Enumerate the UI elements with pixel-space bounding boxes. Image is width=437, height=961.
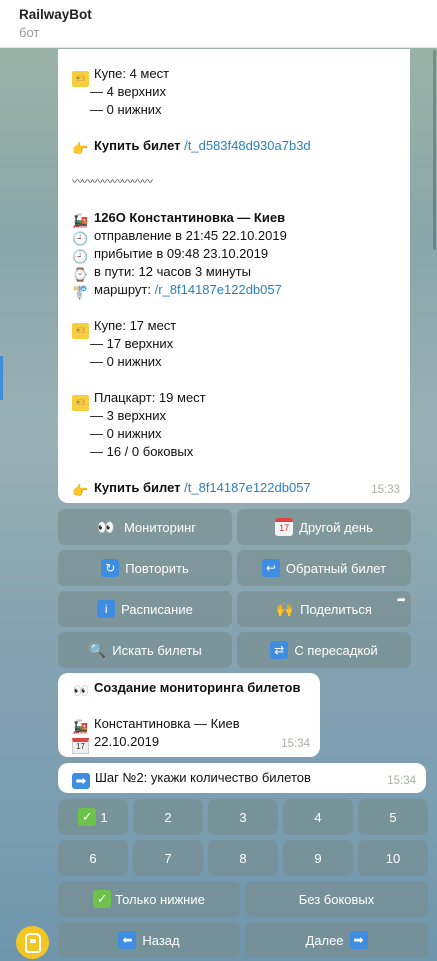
left-arrow-icon: ⬅ (118, 931, 137, 949)
message-step-2: ➡ Шаг №2: укажи количество билетов 15:34 (58, 763, 426, 793)
quantity-button-1[interactable]: ✓ 1 (58, 799, 128, 835)
message-time: 15:34 (387, 775, 416, 787)
bot-avatar[interactable] (16, 926, 49, 959)
seat-class-line: 🎫 Плацкарт: 19 мест (72, 389, 396, 411)
info-icon: i (97, 600, 116, 618)
chat-subtitle: бот (19, 25, 40, 40)
message-time: 15:34 (281, 738, 310, 750)
shuffle-icon: ⇄ (270, 641, 289, 659)
step-text: ➡ Шаг №2: укажи количество билетов (72, 769, 412, 789)
route-line: 🚏 маршрут: /r_8f14187e122db057 (72, 282, 282, 300)
check-mark-icon: ✓ (93, 890, 112, 908)
pointing-hand-icon: 👉 (72, 141, 89, 156)
no-side-button[interactable]: Без боковых (245, 881, 428, 917)
date-line: 17 22.10.2019 (72, 733, 306, 754)
next-button[interactable]: Далее ➡ (245, 922, 428, 958)
quantity-button-3[interactable]: 3 (208, 799, 278, 835)
quantity-button-10[interactable]: 10 (358, 840, 428, 876)
magnifier-icon: 🔍 (88, 642, 106, 658)
left-accent-bar (0, 356, 3, 400)
seat-class-line: 🎫 Купе: 4 мест (72, 65, 396, 87)
raised-hands-icon: 🙌 (276, 601, 294, 617)
right-arrow-icon: ➡ (72, 773, 90, 789)
seat-class-line: 🎫 Купе: 17 мест (72, 317, 396, 339)
lower-count: — 0 нижних (90, 426, 162, 441)
pointing-hand-icon: 👉 (72, 483, 89, 498)
return-arrow-icon: ↩ (261, 559, 280, 577)
monitoring-button[interactable]: 👀 Мониторинг (58, 509, 232, 545)
ticket-icon: 🎫 (72, 395, 89, 411)
schedule-button[interactable]: i Расписание (58, 591, 232, 627)
quantity-button-8[interactable]: 8 (208, 840, 278, 876)
monitoring-title: 👀 Создание мониторинга билетов (73, 680, 301, 698)
quantity-button-9[interactable]: 9 (283, 840, 353, 876)
right-arrow-icon: ➡ (349, 931, 368, 949)
calendar-icon: 17 (275, 518, 294, 536)
arrival-line: 🕘 прибытие в 09:48 23.10.2019 (72, 246, 269, 264)
route-line: 🚂 Константиновка — Киев (72, 716, 240, 734)
train-title: 🚂 126О Константиновка — Киев (72, 210, 286, 228)
quantity-button-7[interactable]: 7 (133, 840, 203, 876)
repeat-button[interactable]: ↻ Повторить (58, 550, 232, 586)
chat-title: RailwayBot (19, 7, 92, 22)
share-button[interactable]: 🙌 Поделиться ➦ (237, 591, 411, 627)
ticket-icon: 🎫 (72, 323, 89, 339)
only-lower-button[interactable]: ✓ Только нижние (58, 881, 240, 917)
eyes-icon: 👀 (73, 683, 89, 698)
duration-line: ⌚ в пути: 12 часов 3 минуты (72, 264, 251, 282)
upper-count: — 4 верхних (90, 84, 166, 99)
lower-count: — 0 нижних (90, 102, 162, 117)
departure-line: 🕘 отправление в 21:45 22.10.2019 (72, 228, 287, 246)
scrollbar[interactable] (433, 50, 436, 250)
upper-count: — 17 верхних (90, 336, 174, 351)
chat-header[interactable]: RailwayBot бот (0, 0, 437, 48)
quantity-button-6[interactable]: 6 (58, 840, 128, 876)
other-day-button[interactable]: 17 Другой день (237, 509, 411, 545)
separator-line: 〰〰〰〰〰〰〰〰 (72, 176, 153, 188)
route-sign-icon: 🚏 (72, 285, 89, 300)
lower-count: — 0 нижних (90, 354, 162, 369)
eyes-icon: 👀 (97, 519, 115, 535)
quantity-button-2[interactable]: 2 (133, 799, 203, 835)
ticket-icon: 🎫 (72, 71, 89, 87)
calendar-icon: 17 (72, 738, 89, 754)
repeat-icon: ↻ (101, 559, 120, 577)
buy-ticket-line: 👉 Купить билет /t_8f14187e122db057 (72, 480, 311, 498)
message-monitoring-creation: 👀 Создание мониторинга билетов 🚂 Константи… (58, 673, 320, 757)
message-train-list: 🎫 Купе: 4 мест — 4 верхних — 0 нижних 👉 Ку… (58, 49, 410, 503)
side-count: — 16 / 0 боковых (90, 444, 194, 459)
quantity-button-4[interactable]: 4 (283, 799, 353, 835)
check-mark-icon: ✓ (78, 808, 97, 826)
quantity-button-5[interactable]: 5 (358, 799, 428, 835)
upper-count: — 3 верхних (90, 408, 166, 423)
buy-ticket-line: 👉 Купить билет /t_d583f48d930a7b3d (72, 138, 311, 156)
buy-ticket-link[interactable]: /t_d583f48d930a7b3d (184, 138, 311, 153)
with-transfer-button[interactable]: ⇄ С пересадкой (237, 632, 411, 668)
return-ticket-button[interactable]: ↩ Обратный билет (237, 550, 411, 586)
message-time: 15:33 (371, 484, 400, 496)
search-tickets-button[interactable]: 🔍 Искать билеты (58, 632, 232, 668)
robot-icon (24, 932, 41, 953)
route-link[interactable]: /r_8f14187e122db057 (155, 282, 282, 297)
share-arrow-icon: ➦ (396, 594, 406, 606)
back-button[interactable]: ⬅ Назад (58, 922, 240, 958)
buy-ticket-link[interactable]: /t_8f14187e122db057 (184, 480, 311, 495)
